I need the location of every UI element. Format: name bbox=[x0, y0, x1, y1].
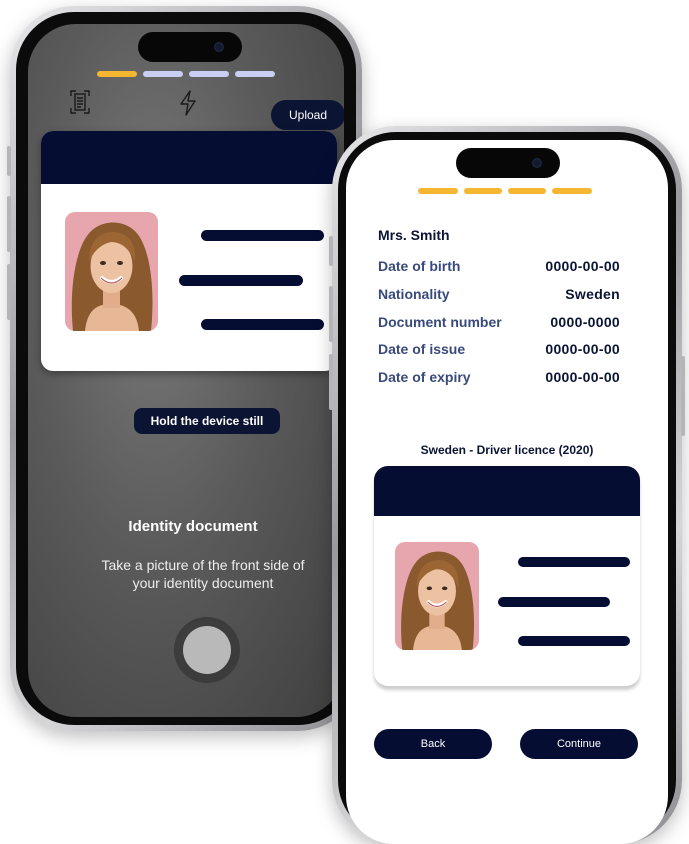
field-value: 0000-0000 bbox=[550, 314, 620, 330]
hold-still-hint: Hold the device still bbox=[134, 408, 280, 434]
id-card-preview bbox=[41, 131, 337, 371]
field-value: 0000-00-00 bbox=[545, 258, 620, 274]
review-screen: Mrs. Smith Date of birth 0000-00-00 Nati… bbox=[346, 140, 668, 844]
text-line bbox=[518, 636, 630, 646]
progress-step bbox=[189, 71, 229, 77]
field-value: 0000-00-00 bbox=[545, 369, 620, 385]
screen-instruction: Take a picture of the front side of your… bbox=[101, 557, 305, 591]
volume-up-button bbox=[329, 286, 333, 342]
card-header bbox=[41, 131, 337, 184]
text-line bbox=[179, 275, 303, 286]
field-label: Date of issue bbox=[378, 341, 466, 357]
progress-indicator bbox=[97, 71, 275, 77]
holder-name: Mrs. Smith bbox=[378, 227, 450, 243]
flash-icon[interactable] bbox=[179, 90, 197, 120]
scan-screen: Upload Hold the device still Identity do… bbox=[28, 24, 344, 717]
power-button bbox=[681, 356, 685, 436]
id-card-result bbox=[374, 466, 640, 686]
portrait-photo bbox=[395, 542, 479, 650]
volume-up-button bbox=[7, 196, 11, 252]
scan-phone: Upload Hold the device still Identity do… bbox=[7, 6, 362, 731]
text-line bbox=[201, 230, 324, 241]
continue-button[interactable]: Continue bbox=[520, 729, 638, 759]
review-phone: Mrs. Smith Date of birth 0000-00-00 Nati… bbox=[329, 126, 685, 844]
field-row-nationality: Nationality Sweden bbox=[378, 286, 620, 306]
card-header bbox=[374, 466, 640, 516]
field-label: Date of expiry bbox=[378, 369, 471, 385]
document-scan-icon[interactable] bbox=[70, 90, 90, 118]
text-line bbox=[498, 597, 610, 607]
field-row-date-of-birth: Date of birth 0000-00-00 bbox=[378, 258, 620, 278]
upload-button[interactable]: Upload bbox=[271, 100, 344, 130]
field-value: 0000-00-00 bbox=[545, 341, 620, 357]
text-line bbox=[201, 319, 324, 330]
back-button[interactable]: Back bbox=[374, 729, 492, 759]
side-button bbox=[7, 146, 11, 176]
screen-title: Identity document bbox=[128, 518, 258, 535]
progress-step bbox=[508, 188, 546, 194]
progress-step bbox=[143, 71, 183, 77]
field-value: Sweden bbox=[565, 286, 620, 302]
progress-step bbox=[552, 188, 592, 194]
camera-icon bbox=[214, 42, 224, 52]
dynamic-island bbox=[456, 148, 560, 178]
progress-step bbox=[97, 71, 137, 77]
progress-step bbox=[464, 188, 502, 194]
text-line bbox=[518, 557, 630, 567]
camera-icon bbox=[532, 158, 542, 168]
field-row-document-number: Document number 0000-0000 bbox=[378, 314, 620, 334]
shutter-button[interactable] bbox=[183, 626, 231, 674]
field-row-date-of-expiry: Date of expiry 0000-00-00 bbox=[378, 369, 620, 389]
portrait-photo bbox=[65, 212, 158, 331]
field-row-date-of-issue: Date of issue 0000-00-00 bbox=[378, 341, 620, 361]
volume-down-button bbox=[329, 354, 333, 410]
volume-down-button bbox=[7, 264, 11, 320]
field-label: Date of birth bbox=[378, 258, 461, 274]
field-label: Nationality bbox=[378, 286, 450, 302]
progress-step bbox=[418, 188, 458, 194]
progress-indicator bbox=[418, 188, 592, 194]
document-type-title: Sweden - Driver licence (2020) bbox=[420, 443, 594, 457]
progress-step bbox=[235, 71, 275, 77]
field-label: Document number bbox=[378, 314, 502, 330]
dynamic-island bbox=[138, 32, 242, 62]
side-button bbox=[329, 236, 333, 266]
